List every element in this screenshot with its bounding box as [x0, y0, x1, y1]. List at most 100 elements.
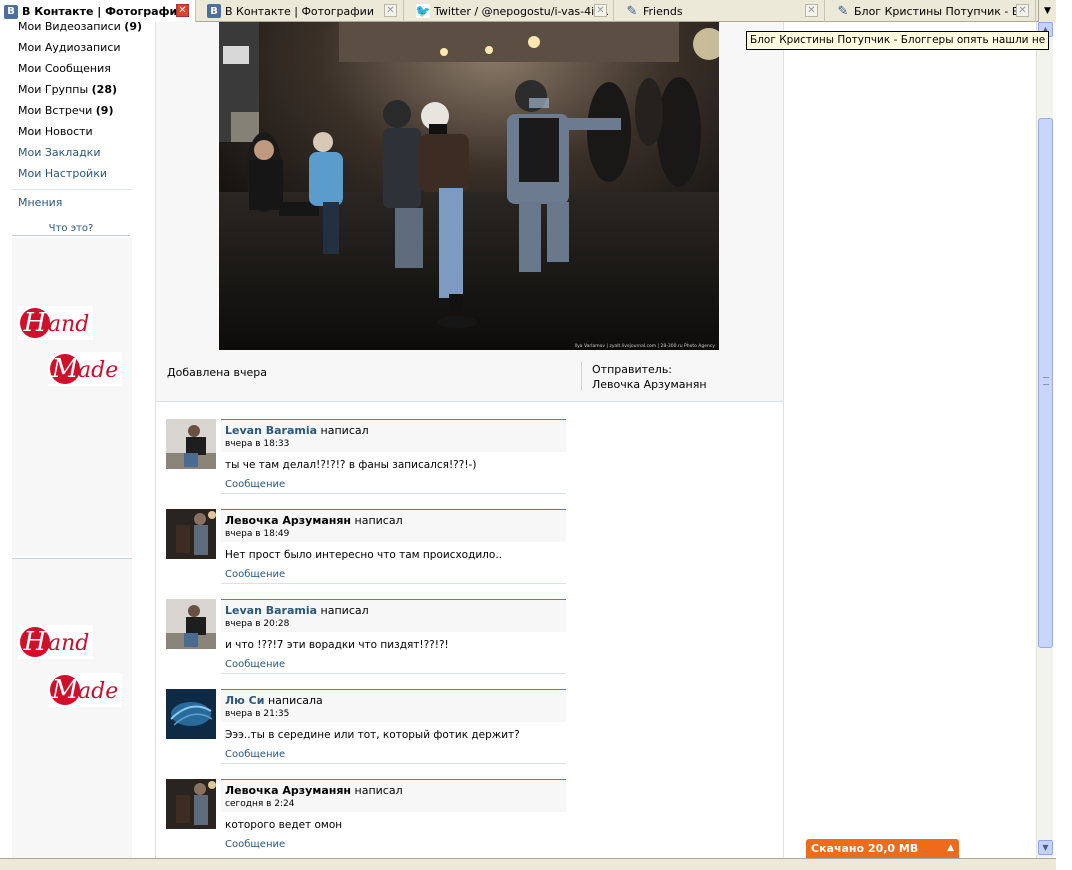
ad-made-text: Made	[48, 673, 123, 707]
photo-added-date: Добавлена вчера	[167, 366, 268, 379]
vertical-scrollbar[interactable]: ▲ ▼	[1036, 22, 1053, 858]
sidebar-item-news[interactable]: Мои Новости	[12, 125, 132, 146]
close-tab-icon[interactable]: ✕	[805, 4, 818, 17]
comment-header: Лю Си написала вчера в 21:35	[221, 689, 566, 722]
ad-hand-text: Hand	[18, 625, 94, 659]
sidebar-item-label: Мои Видеозаписи	[18, 20, 121, 33]
scroll-down-icon[interactable]: ▼	[1038, 840, 1053, 855]
tab-list-menu-button[interactable]: ▼	[1038, 0, 1056, 22]
ad-hand-text: Hand	[18, 306, 94, 340]
scrollbar-thumb[interactable]	[1038, 118, 1053, 648]
comment-author-link[interactable]: Levan Baramia	[225, 604, 317, 617]
comment-author-link[interactable]: Левочка Арзуманян	[225, 514, 351, 527]
comment-divider	[221, 493, 566, 494]
comment-text: Нет прост было интересно что там происхо…	[225, 549, 502, 561]
comment-divider	[221, 583, 566, 584]
comment-author-link[interactable]: Левочка Арзуманян	[225, 784, 351, 797]
comment-time: вчера в 18:49	[225, 529, 290, 539]
ad-word: and	[48, 312, 90, 337]
comment-verb: написал	[320, 604, 369, 617]
commenter-avatar[interactable]	[166, 509, 216, 559]
comment-header: Левочка Арзуманян написал сегодня в 2:24	[221, 779, 566, 812]
comment: Левочка Арзуманян написал сегодня в 2:24…	[166, 779, 566, 853]
comment-header: Левочка Арзуманян написал вчера в 18:49	[221, 509, 566, 542]
comment: Левочка Арзуманян написал вчера в 18:49 …	[166, 509, 566, 584]
comment-verb: написал	[354, 784, 403, 797]
comment-header: Levan Baramia написал вчера в 18:33	[221, 419, 566, 452]
comment-header: Levan Baramia написал вчера в 20:28	[221, 599, 566, 632]
tab-vk-photos-2[interactable]: В В Контакте | Фотографии ✕	[203, 0, 404, 22]
sidebar-item-label: Мои Встречи	[18, 104, 93, 117]
ad-letter: M	[50, 354, 80, 384]
comment-author-link[interactable]: Levan Baramia	[225, 424, 317, 437]
comment-text: Эээ..ты в середине или тот, который фоти…	[225, 729, 520, 741]
tab-potupchik-blog[interactable]: ✎ Блог Кристины Потупчик - Б... ✕	[832, 0, 1036, 22]
tab-label: Блог Кристины Потупчик - Б...	[854, 4, 1030, 18]
comment-reply-link[interactable]: Сообщение	[225, 749, 285, 760]
sidebar-item-opinions[interactable]: Мнения	[12, 196, 132, 217]
photo-panel-bottom-border	[156, 401, 783, 402]
sidebar-item-label: Мои Аудиозаписи	[18, 41, 121, 54]
sidebar-item-bookmarks[interactable]: Мои Закладки	[12, 146, 132, 167]
sidebar-item-settings[interactable]: Мои Настройки	[12, 167, 132, 188]
download-status-button[interactable]: Скачано 20,0 MB ▲	[806, 839, 959, 858]
chevron-up-icon: ▲	[947, 843, 954, 853]
sidebar-item-count: (28)	[91, 83, 118, 96]
photo-credit: Ilya Varlamov | zyalt.livejournal.com | …	[575, 343, 716, 349]
download-status-text: Скачано 20,0 MB	[811, 842, 919, 855]
close-tab-icon[interactable]: ✕	[1016, 4, 1029, 17]
comment-author-link[interactable]: Лю Си	[225, 694, 264, 707]
status-bar	[0, 858, 1056, 870]
ad-banner-1[interactable]: Hand Made	[12, 238, 132, 556]
main-photo[interactable]: Ilya Varlamov | zyalt.livejournal.com | …	[219, 22, 719, 350]
livejournal-icon: ✎	[626, 3, 638, 19]
ad-word: ade	[78, 358, 119, 383]
what-is-this-link[interactable]: Что это?	[12, 223, 130, 236]
comment-reply-link[interactable]: Сообщение	[225, 839, 285, 850]
tab-label: Friends	[643, 4, 683, 18]
comment: Levan Baramia написал вчера в 18:33 ты ч…	[166, 419, 566, 494]
tab-label: В Контакте | Фотографии	[225, 4, 374, 18]
comment-reply-link[interactable]: Сообщение	[225, 659, 285, 670]
vk-icon: В	[4, 4, 18, 19]
comment-reply-link[interactable]: Сообщение	[225, 479, 285, 490]
vk-icon: В	[207, 4, 221, 18]
sidebar-item-events[interactable]: Мои Встречи (9)	[12, 104, 132, 125]
comment-reply-link[interactable]: Сообщение	[225, 569, 285, 580]
sidebar-item-messages[interactable]: Мои Сообщения	[12, 62, 132, 83]
sidebar-item-label: Мои Группы	[18, 83, 89, 96]
tab-twitter[interactable]: 🐦 Twitter / @nepogostu/i-vas-4it... ✕	[412, 0, 614, 22]
close-tab-icon[interactable]: ✕	[594, 4, 607, 17]
sender-name: Левочка Арзуманян	[592, 378, 707, 391]
comment-text: которого ведет омон	[225, 819, 343, 831]
close-tab-icon[interactable]: ✕	[384, 4, 397, 17]
ad-banner-2[interactable]: Hand Made	[12, 558, 132, 858]
comment-verb: написал	[320, 424, 369, 437]
sidebar-item-audio[interactable]: Мои Аудиозаписи	[12, 41, 132, 62]
close-tab-icon[interactable]: ✕	[176, 4, 189, 17]
tab-tooltip: Блог Кристины Потупчик - Блоггеры опять …	[746, 31, 1049, 50]
comment-text: ты че там делал!?!?!? в фаны записался!?…	[225, 459, 477, 471]
sidebar-item-label: Мои Сообщения	[18, 62, 111, 75]
sidebar-item-count: (9)	[95, 104, 114, 117]
tab-label: В Контакте | Фотографии	[22, 5, 185, 18]
sidebar-item-groups[interactable]: Мои Группы (28)	[12, 83, 132, 104]
commenter-avatar[interactable]	[166, 779, 216, 829]
grip-icon	[1043, 377, 1049, 385]
ad-letter: H	[20, 627, 50, 657]
sender-label: Отправитель:	[592, 363, 673, 376]
sidebar-item-label: Мои Закладки	[18, 146, 101, 159]
tab-friends[interactable]: ✎ Friends ✕	[621, 0, 825, 22]
sidebar-item-videos[interactable]: Мои Видеозаписи (9)	[12, 20, 142, 41]
comment-time: сегодня в 2:24	[225, 799, 295, 809]
sidebar-item-label: Мои Новости	[18, 125, 93, 138]
sidebar-item-count: (9)	[124, 20, 143, 33]
comment-time: вчера в 20:28	[225, 619, 290, 629]
comment-divider	[221, 673, 566, 674]
tab-label: Twitter / @nepogostu/i-vas-4it...	[434, 4, 609, 18]
commenter-avatar[interactable]	[166, 419, 216, 469]
comment-verb: написала	[267, 694, 323, 707]
commenter-avatar[interactable]	[166, 599, 216, 649]
ad-letter: M	[50, 675, 80, 705]
commenter-avatar[interactable]	[166, 689, 216, 739]
